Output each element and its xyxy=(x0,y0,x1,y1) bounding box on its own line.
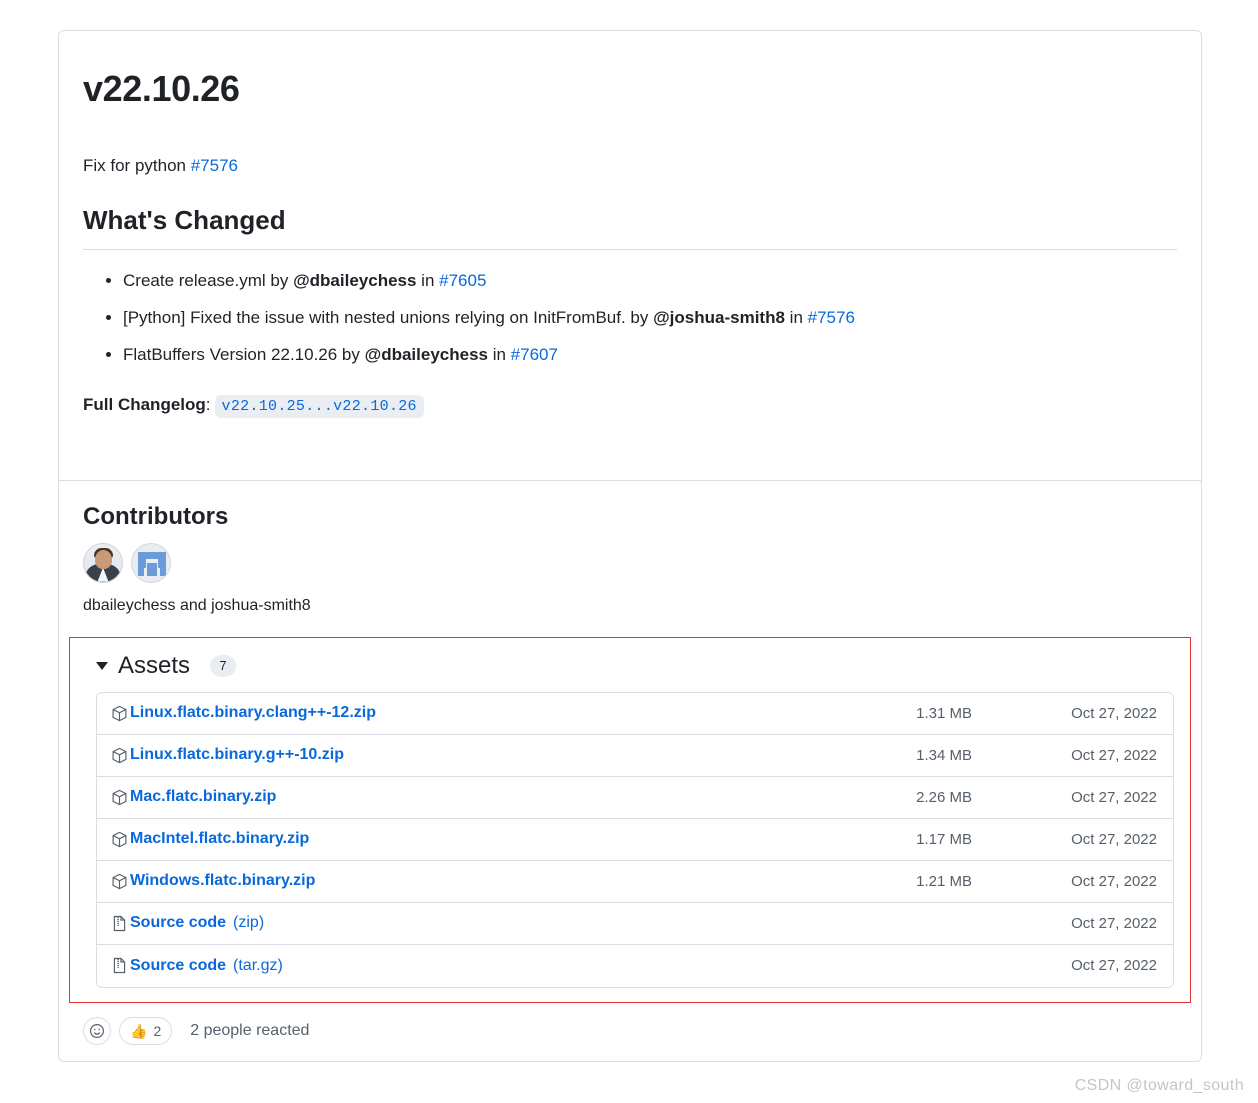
asset-size: 1.31 MB xyxy=(916,704,972,722)
identicon-block xyxy=(158,558,166,568)
release-version-title: v22.10.26 xyxy=(83,68,240,109)
change-user-link[interactable]: @dbaileychess xyxy=(365,345,488,364)
list-item: FlatBuffers Version 22.10.26 by @dbailey… xyxy=(123,342,1177,368)
contributor-avatars xyxy=(83,542,1177,583)
asset-size: 2.26 MB xyxy=(916,788,972,806)
asset-size: 1.34 MB xyxy=(916,746,972,764)
change-prefix: [Python] Fixed the issue with nested uni… xyxy=(123,307,654,327)
whats-changed-heading: What's Changed xyxy=(83,204,1177,250)
identicon-block xyxy=(147,562,157,576)
asset-date: Oct 27, 2022 xyxy=(1071,872,1157,890)
file-zip-icon xyxy=(113,958,126,974)
table-row[interactable]: Windows.flatc.binary.zip 1.21 MB Oct 27,… xyxy=(97,861,1173,903)
asset-size: 1.21 MB xyxy=(916,872,972,890)
asset-suffix: (tar.gz) xyxy=(233,956,283,974)
asset-name-cell: Mac.flatc.binary.zip xyxy=(111,788,822,806)
triangle-down-icon[interactable] xyxy=(96,661,108,670)
reactions-bar: 👍 2 2 people reacted xyxy=(59,1003,1201,1061)
list-item: Create release.yml by @dbaileychess in #… xyxy=(123,268,1177,294)
change-pr-link[interactable]: #7576 xyxy=(808,308,855,327)
table-row[interactable]: Source code (zip) Oct 27, 2022 xyxy=(97,903,1173,945)
asset-link[interactable]: Source code xyxy=(130,914,226,932)
thumbsup-reaction-button[interactable]: 👍 2 xyxy=(119,1016,173,1045)
change-mid: in xyxy=(487,345,511,365)
asset-suffix: (zip) xyxy=(233,914,265,932)
asset-link[interactable]: MacIntel.flatc.binary.zip xyxy=(130,830,309,848)
identicon-block xyxy=(160,567,166,576)
asset-date: Oct 27, 2022 xyxy=(1071,704,1157,722)
change-prefix: Create release.yml by xyxy=(123,270,294,290)
asset-size: 1.17 MB xyxy=(916,830,972,848)
identicon-block xyxy=(138,567,144,576)
package-icon xyxy=(112,873,127,889)
asset-link[interactable]: Source code xyxy=(130,957,226,975)
package-icon xyxy=(112,789,127,805)
intro-text: Fix for python xyxy=(83,155,191,175)
asset-date: Oct 27, 2022 xyxy=(1071,957,1157,975)
table-row[interactable]: Source code (tar.gz) Oct 27, 2022 xyxy=(97,945,1173,987)
release-card: v22.10.26 Fix for python #7576 What's Ch… xyxy=(58,30,1202,1062)
table-row[interactable]: MacIntel.flatc.binary.zip 1.17 MB Oct 27… xyxy=(97,819,1173,861)
table-row[interactable]: Linux.flatc.binary.g++-10.zip 1.34 MB Oc… xyxy=(97,735,1173,777)
assets-title: Assets xyxy=(118,651,191,679)
assets-highlight-box: Assets 7 Linux.flatc.binary.clang++-12.z… xyxy=(69,636,1191,1003)
asset-date: Oct 27, 2022 xyxy=(1071,746,1157,764)
asset-link[interactable]: Linux.flatc.binary.g++-10.zip xyxy=(130,746,344,764)
contributors-section: Contributors dbaileychess and joshua-smi… xyxy=(59,481,1201,621)
change-mid: in xyxy=(784,307,808,327)
asset-date: Oct 27, 2022 xyxy=(1071,914,1157,932)
asset-date: Oct 27, 2022 xyxy=(1071,830,1157,848)
identicon-block xyxy=(138,558,146,568)
contributors-heading: Contributors xyxy=(83,502,229,530)
assets-count-badge: 7 xyxy=(210,654,237,677)
change-user-link[interactable]: @joshua-smith8 xyxy=(653,308,785,327)
avatar-head xyxy=(94,549,112,569)
full-changelog-label: Full Changelog xyxy=(83,394,206,414)
add-reaction-button[interactable] xyxy=(83,1016,111,1045)
asset-name-cell: Windows.flatc.binary.zip xyxy=(111,872,822,890)
thumbsup-icon: 👍 xyxy=(130,1022,148,1039)
asset-name-cell: Source code (tar.gz) xyxy=(111,957,822,975)
table-row[interactable]: Linux.flatc.binary.clang++-12.zip 1.31 M… xyxy=(97,693,1173,735)
watermark: CSDN @toward_south xyxy=(1074,1077,1244,1094)
asset-name-cell: Source code (zip) xyxy=(111,914,822,932)
asset-name-cell: Linux.flatc.binary.g++-10.zip xyxy=(111,746,822,764)
change-prefix: FlatBuffers Version 22.10.26 by xyxy=(123,345,365,365)
asset-link[interactable]: Linux.flatc.binary.clang++-12.zip xyxy=(130,704,376,722)
release-intro-line: Fix for python #7576 xyxy=(83,153,1177,179)
smiley-icon xyxy=(89,1023,105,1038)
package-icon xyxy=(112,747,127,763)
asset-name-cell: MacIntel.flatc.binary.zip xyxy=(111,830,822,848)
package-icon xyxy=(112,705,127,721)
package-icon xyxy=(112,831,127,847)
list-item: [Python] Fixed the issue with nested uni… xyxy=(123,305,1177,331)
full-changelog-range-link[interactable]: v22.10.25...v22.10.26 xyxy=(214,394,424,418)
thumbsup-count: 2 xyxy=(153,1022,162,1039)
full-changelog-separator: : xyxy=(205,394,211,414)
change-pr-link[interactable]: #7605 xyxy=(439,271,486,290)
identicon-block xyxy=(138,551,166,559)
asset-link[interactable]: Windows.flatc.binary.zip xyxy=(130,872,315,890)
page-root: v22.10.26 Fix for python #7576 What's Ch… xyxy=(0,0,1258,1103)
intro-issue-link[interactable]: #7576 xyxy=(191,156,238,175)
table-row[interactable]: Mac.flatc.binary.zip 2.26 MB Oct 27, 202… xyxy=(97,777,1173,819)
change-pr-link[interactable]: #7607 xyxy=(511,345,558,364)
avatar[interactable] xyxy=(131,542,171,583)
changes-list: Create release.yml by @dbaileychess in #… xyxy=(83,268,1177,369)
asset-date: Oct 27, 2022 xyxy=(1071,788,1157,806)
change-user-link[interactable]: @dbaileychess xyxy=(293,271,416,290)
assets-header[interactable]: Assets 7 xyxy=(84,650,1176,692)
asset-name-cell: Linux.flatc.binary.clang++-12.zip xyxy=(111,704,822,722)
assets-list: Linux.flatc.binary.clang++-12.zip 1.31 M… xyxy=(96,691,1174,988)
reaction-summary: 2 people reacted xyxy=(190,1021,310,1039)
change-mid: in xyxy=(416,270,440,290)
contributor-names: dbaileychess and joshua-smith8 xyxy=(83,596,311,614)
avatar[interactable] xyxy=(83,542,123,583)
file-zip-icon xyxy=(113,915,126,931)
asset-link[interactable]: Mac.flatc.binary.zip xyxy=(130,788,276,806)
full-changelog-line: Full Changelog: v22.10.25...v22.10.26 xyxy=(83,394,1177,418)
release-body: v22.10.26 Fix for python #7576 What's Ch… xyxy=(59,31,1201,454)
